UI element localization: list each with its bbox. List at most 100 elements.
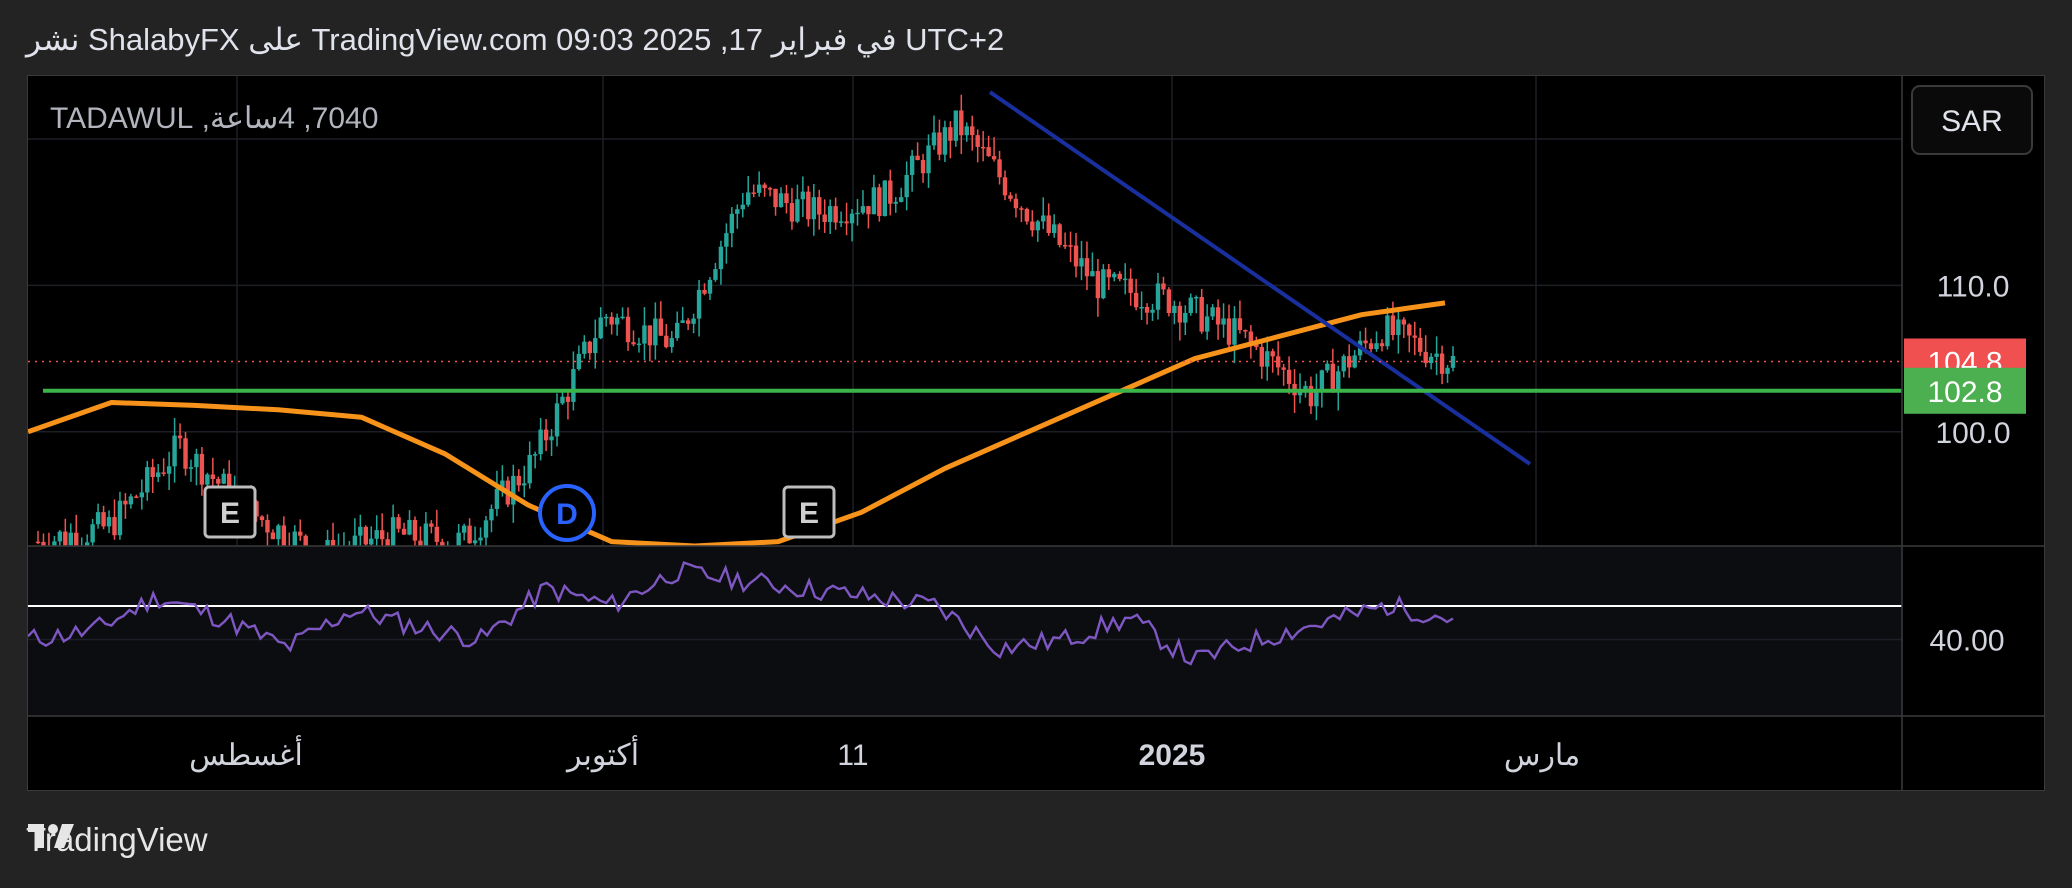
- candle-body: [833, 206, 838, 223]
- candle: [1450, 346, 1456, 372]
- candle: [90, 518, 95, 546]
- candle: [1396, 310, 1401, 354]
- candle-body: [625, 316, 631, 343]
- candle-body: [1101, 269, 1106, 299]
- candle: [1161, 276, 1166, 295]
- candle-body: [685, 320, 691, 324]
- earnings-marker[interactable]: E: [203, 485, 257, 539]
- candle: [276, 523, 281, 546]
- candle: [270, 529, 276, 540]
- candle: [773, 188, 778, 216]
- earnings-marker[interactable]: E: [782, 485, 836, 539]
- candle-body: [270, 532, 276, 540]
- candle-body: [948, 127, 953, 141]
- candle-body: [188, 467, 194, 469]
- candle-body: [543, 429, 549, 441]
- candle: [1062, 232, 1068, 249]
- price-chart[interactable]: EDE 7040, 4ساعة, TADAWUL120.0110.0100.04…: [28, 76, 2044, 790]
- candle-body: [598, 317, 603, 339]
- candle: [538, 417, 543, 461]
- candle: [483, 515, 489, 546]
- candle-body: [811, 197, 816, 220]
- candle-body: [669, 338, 674, 348]
- candle-body: [1319, 370, 1325, 392]
- candle-body: [1172, 305, 1177, 314]
- candle: [429, 520, 434, 534]
- candle-body: [729, 213, 735, 234]
- candle: [855, 199, 860, 226]
- candle: [675, 311, 680, 341]
- candle-body: [183, 438, 188, 469]
- candle-body: [915, 155, 920, 161]
- tradingview-logo-icon[interactable]: [26, 820, 82, 852]
- candle: [707, 277, 713, 300]
- candle: [1270, 348, 1275, 373]
- time-tick-label: 11: [837, 739, 868, 772]
- candle: [1352, 350, 1357, 369]
- candle: [664, 323, 669, 349]
- currency-button-label: SAR: [1941, 105, 2003, 138]
- candle-body: [35, 541, 41, 544]
- chart-frame[interactable]: EDE 7040, 4ساعة, TADAWUL120.0110.0100.04…: [27, 75, 2045, 791]
- candle: [1237, 300, 1243, 334]
- candle: [696, 279, 702, 337]
- candle-body: [259, 516, 265, 521]
- candle-body: [467, 525, 472, 544]
- candle-body: [1090, 271, 1095, 277]
- candle-body: [1024, 208, 1030, 222]
- candle: [1139, 291, 1144, 320]
- candle-body: [565, 396, 571, 402]
- candle-body: [997, 159, 1002, 178]
- candle: [1155, 272, 1161, 320]
- candle-body: [582, 341, 587, 354]
- candle: [1204, 304, 1210, 340]
- time-tick-label: مارس: [1504, 739, 1580, 773]
- candle: [1123, 263, 1128, 295]
- candle-body: [964, 126, 969, 136]
- candle-body: [778, 193, 784, 208]
- candle-body: [1030, 221, 1035, 231]
- candle-body: [871, 187, 877, 215]
- candle-body: [429, 523, 434, 527]
- candle-body: [1112, 273, 1117, 278]
- candle: [1407, 323, 1412, 353]
- candle: [642, 307, 647, 361]
- candle-body: [117, 500, 123, 536]
- candle-body: [1237, 318, 1243, 330]
- candle-body: [161, 472, 166, 474]
- candle: [434, 509, 440, 546]
- candle-body: [642, 325, 647, 344]
- candle: [1401, 317, 1407, 339]
- candle-body: [751, 192, 756, 194]
- candle: [1330, 348, 1336, 393]
- candle: [571, 351, 576, 411]
- candle: [199, 447, 205, 496]
- candle: [401, 522, 407, 535]
- candle: [1194, 295, 1199, 314]
- candle: [899, 187, 904, 203]
- candle-body: [746, 192, 751, 205]
- candle: [68, 523, 73, 546]
- currency-button[interactable]: SAR: [1911, 85, 2033, 155]
- candle: [123, 493, 128, 519]
- candle-body: [1445, 367, 1450, 374]
- candle-body: [877, 187, 882, 217]
- candle: [63, 518, 68, 546]
- candle-body: [1248, 331, 1254, 343]
- candle: [1319, 369, 1325, 408]
- candle-body: [631, 342, 636, 345]
- candle: [166, 451, 172, 491]
- dividend-marker[interactable]: D: [538, 484, 596, 542]
- candle-body: [1450, 356, 1456, 368]
- candle-body: [1068, 245, 1073, 247]
- candle-body: [806, 191, 811, 220]
- candle: [1035, 219, 1040, 242]
- candle-body: [784, 193, 789, 204]
- candle: [1297, 373, 1303, 404]
- candle: [1265, 336, 1270, 381]
- candle-body: [369, 538, 374, 545]
- candle: [358, 514, 363, 546]
- candle-body: [139, 492, 145, 498]
- candle-body: [647, 325, 653, 346]
- candle-body: [571, 369, 576, 402]
